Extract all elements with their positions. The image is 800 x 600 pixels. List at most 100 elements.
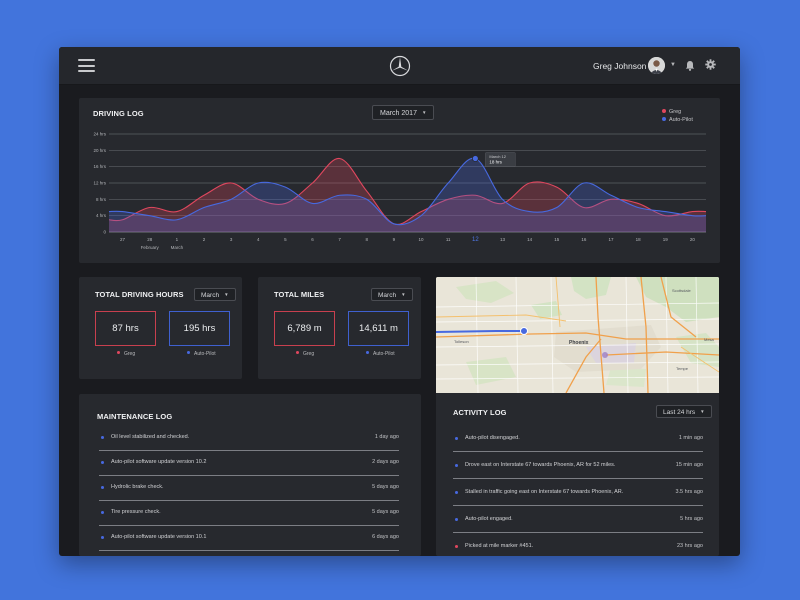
gear-icon[interactable]	[705, 59, 716, 70]
total-miles-title: TOTAL MILES	[274, 290, 325, 299]
month-label: February	[141, 245, 160, 250]
activity-log-card: ACTIVITY LOG Last 24 hrs ▼ Auto-pilot dis…	[436, 393, 719, 556]
log-row[interactable]: Stalled in traffic going east on Interst…	[453, 481, 703, 506]
chevron-down-icon: ▼	[224, 292, 229, 297]
x-tick-label: 6	[311, 237, 314, 242]
total-miles-card: TOTAL MILES March ▼ 6,789 m 14,611 m Greg…	[258, 277, 421, 379]
route-map[interactable]: Scottsdale Tolleson Phoenix Tempe Mesa	[436, 277, 719, 393]
log-text: Picked at mile marker #451.	[465, 543, 534, 549]
bullet-icon	[455, 437, 458, 440]
log-row[interactable]: Hydrolic brake check. 5 days ago	[99, 476, 399, 501]
top-bar: Greg Johnson ▼	[59, 47, 740, 85]
y-tick-label: 24 hrs	[93, 132, 106, 137]
driving-log-card: DRIVING LOG March 2017 ▼ Greg Auto-Pilot …	[79, 98, 720, 263]
log-row[interactable]: Tire pressure check. 5 days ago	[99, 501, 399, 526]
log-text: Auto-pilot engaged.	[465, 516, 513, 522]
activity-range-select[interactable]: Last 24 hrs ▼	[656, 405, 712, 418]
log-time: 3.5 hrs ago	[675, 489, 703, 495]
log-time: 1 day ago	[374, 434, 399, 440]
map-label-tolleson: Tolleson	[454, 339, 469, 344]
maintenance-log-card: MAINTENANCE LOG Oil level stabilized and…	[79, 394, 421, 556]
log-text: Oil level stabilized and checked.	[111, 434, 190, 440]
log-row[interactable]: Oil level stabilized and checked. 1 day a…	[99, 426, 399, 451]
bell-icon[interactable]	[685, 60, 695, 71]
x-tick-label: 15	[554, 237, 560, 242]
x-tick-label: 18	[636, 237, 642, 242]
month-label: March	[171, 245, 184, 250]
log-time: 1 min ago	[678, 435, 703, 441]
log-time: 5 days ago	[372, 484, 399, 490]
log-time: 6 days ago	[372, 534, 399, 540]
greg-dot	[296, 351, 299, 354]
autopilot-miles-label: Auto-Pilot	[366, 351, 395, 357]
autopilot-hours-value: 195 hrs	[169, 311, 230, 346]
y-tick-label: 0	[103, 230, 106, 235]
x-tick-label: 5	[284, 237, 287, 242]
y-tick-label: 8 hrs	[96, 197, 107, 202]
bullet-icon	[101, 511, 104, 514]
x-tick-label: 7	[338, 237, 341, 242]
tooltip-value: 18 hrs	[489, 160, 502, 165]
log-text: Auto-pilot disengaged.	[465, 435, 520, 441]
autopilot-hours-label-text: Auto-Pilot	[194, 351, 216, 357]
greg-hours-label-text: Greg	[124, 351, 136, 357]
total-hours-title: TOTAL DRIVING HOURS	[95, 290, 184, 299]
autopilot-hours-label: Auto-Pilot	[187, 351, 216, 357]
highlight-point	[471, 155, 479, 162]
greg-hours-value: 87 hrs	[95, 311, 156, 346]
bullet-icon	[455, 518, 458, 521]
menu-icon[interactable]	[78, 59, 95, 72]
log-time: 15 min ago	[675, 462, 703, 468]
miles-month-select[interactable]: March ▼	[371, 288, 413, 301]
hours-month-select[interactable]: March ▼	[194, 288, 236, 301]
bullet-icon	[101, 536, 104, 539]
log-text: Auto-pilot software update version 10.2	[111, 459, 207, 465]
y-tick-label: 20 hrs	[93, 148, 106, 153]
y-tick-label: 16 hrs	[93, 164, 106, 169]
log-text: Drove east on Interstate 67 towards Phoe…	[465, 462, 616, 468]
map-label-phoenix: Phoenix	[569, 340, 589, 346]
x-tick-label: 3	[230, 237, 233, 242]
activity-log-title: ACTIVITY LOG	[453, 408, 507, 417]
total-driving-hours-card: TOTAL DRIVING HOURS March ▼ 87 hrs 195 hr…	[79, 277, 242, 379]
bullet-icon	[455, 545, 458, 548]
tooltip-date: March 12	[489, 154, 506, 159]
x-tick-label: 17	[609, 237, 615, 242]
log-row[interactable]: Picked at mile marker #451. 23 hrs ago	[453, 535, 703, 556]
log-row[interactable]: Drove east on Interstate 67 towards Phoe…	[453, 454, 703, 479]
bullet-icon	[101, 436, 104, 439]
greg-dot	[117, 351, 120, 354]
greg-miles-label: Greg	[296, 351, 314, 357]
x-tick-label: 27	[120, 237, 126, 242]
bullet-icon	[455, 464, 458, 467]
log-row[interactable]: Auto-pilot engaged. 5 hrs ago	[453, 508, 703, 533]
x-tick-label: 20	[690, 237, 696, 242]
map-label-scottsdale: Scottsdale	[672, 288, 691, 293]
log-time: 2 days ago	[372, 459, 399, 465]
log-text: Stalled in traffic going east on Interst…	[465, 489, 624, 495]
hours-month-select-value: March	[201, 292, 220, 299]
x-tick-label: 4	[257, 237, 260, 242]
brand-logo-icon[interactable]	[389, 55, 411, 77]
user-name[interactable]: Greg Johnson	[593, 61, 646, 71]
map-canvas[interactable]: Scottsdale Tolleson Phoenix Tempe Mesa	[436, 277, 719, 393]
log-row[interactable]: Auto-pilot software update version 10.2 2…	[99, 451, 399, 476]
x-tick-label: 12	[472, 237, 479, 243]
y-tick-label: 12 hrs	[93, 181, 106, 186]
map-label-mesa: Mesa	[704, 337, 715, 342]
x-tick-label: 13	[500, 237, 506, 242]
x-tick-label: 10	[419, 237, 425, 242]
map-label-tempe: Tempe	[676, 366, 689, 371]
y-tick-label: 4 hrs	[96, 213, 107, 218]
driving-log-chart[interactable]: 04 hrs8 hrs12 hrs16 hrs20 hrs24 hrs27 28 1…	[79, 98, 720, 263]
log-row[interactable]: Auto-pilot software update version 10.1 6…	[99, 526, 399, 551]
x-tick-label: 14	[527, 237, 533, 242]
avatar[interactable]	[648, 57, 665, 74]
log-time: 23 hrs ago	[677, 543, 703, 549]
activity-range-value: Last 24 hrs	[663, 409, 696, 416]
log-row[interactable]: Auto-pilot disengaged. 1 min ago	[453, 427, 703, 452]
dashboard-window: Greg Johnson ▼ DRIVING LOG March 2017 ▼ …	[59, 47, 740, 556]
log-time: 5 days ago	[372, 509, 399, 515]
user-menu-chevron-icon[interactable]: ▼	[670, 62, 676, 68]
x-tick-label: 9	[393, 237, 396, 242]
